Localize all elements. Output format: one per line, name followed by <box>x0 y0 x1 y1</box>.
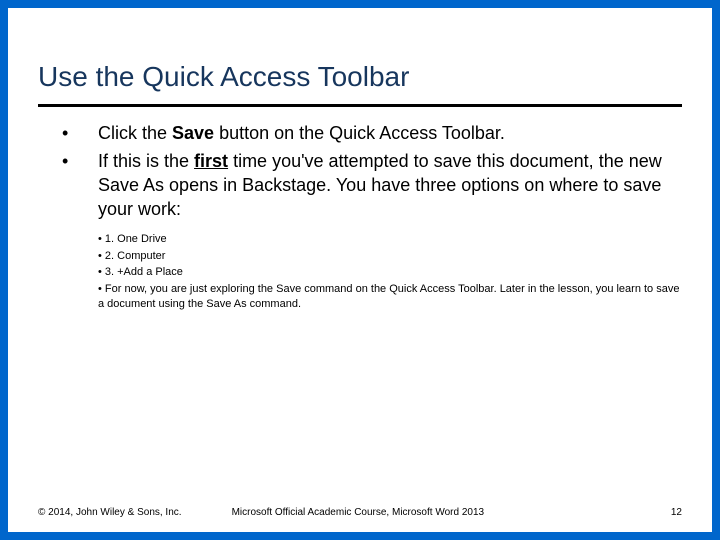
sub-2: • 2. Computer <box>98 249 682 264</box>
b2-pre: If this is the <box>98 151 194 171</box>
b1-pre: Click the <box>98 123 172 143</box>
title-rule <box>38 104 682 107</box>
bullet-2-text: If this is the first time you've attempt… <box>98 149 682 222</box>
b1-post: button on the Quick Access Toolbar. <box>214 123 505 143</box>
bullet-1-text: Click the Save button on the Quick Acces… <box>98 121 682 145</box>
slide-frame: Use the Quick Access Toolbar • Click the… <box>0 0 720 540</box>
slide-footer: © 2014, John Wiley & Sons, Inc. Microsof… <box>38 507 682 518</box>
slide-body: • Click the Save button on the Quick Acc… <box>38 121 682 312</box>
bullet-dot: • <box>38 149 98 173</box>
bullet-list: • Click the Save button on the Quick Acc… <box>38 121 682 222</box>
b1-bold: Save <box>172 123 214 143</box>
sub-3: • 3. +Add a Place <box>98 265 682 280</box>
b2-emph: first <box>194 151 228 171</box>
footer-course: Microsoft Official Academic Course, Micr… <box>182 507 671 518</box>
bullet-dot: • <box>38 121 98 145</box>
footer-page: 12 <box>671 507 682 518</box>
bullet-2: • If this is the first time you've attem… <box>38 149 682 222</box>
sub-list: • 1. One Drive • 2. Computer • 3. +Add a… <box>98 232 682 312</box>
sub-4: • For now, you are just exploring the Sa… <box>98 282 682 312</box>
sub-1: • 1. One Drive <box>98 232 682 247</box>
footer-copyright: © 2014, John Wiley & Sons, Inc. <box>38 507 182 518</box>
slide-title: Use the Quick Access Toolbar <box>38 60 682 94</box>
bullet-1: • Click the Save button on the Quick Acc… <box>38 121 682 145</box>
